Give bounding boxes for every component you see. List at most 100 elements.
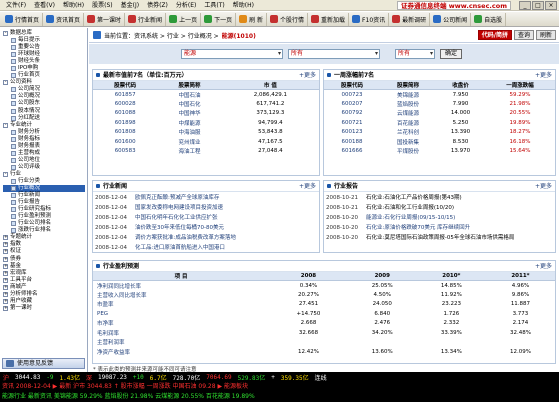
- report-title[interactable]: 石化业:石油化工产品价格周报(第43期): [366, 193, 462, 203]
- more-link[interactable]: +更多: [299, 70, 316, 81]
- table-cell[interactable]: 601808: [93, 128, 157, 138]
- table-cell[interactable]: 600583: [93, 147, 157, 157]
- toolbar-button[interactable]: 公司新闻: [430, 12, 472, 26]
- tree-item[interactable]: + 第一课时: [3, 305, 85, 312]
- menu-item[interactable]: 工具(T): [200, 0, 228, 11]
- scope-select[interactable]: 所有: [288, 49, 380, 59]
- table-row[interactable]: 600207 蓝焰股份 7.990 21.98%: [324, 99, 555, 109]
- table-cell[interactable]: 000723: [324, 90, 380, 100]
- tree-item[interactable]: 财经头条: [3, 58, 85, 65]
- table-cell[interactable]: 蓝焰股份: [380, 99, 436, 109]
- table-row[interactable]: 601600 兖州煤业 47,167.5: [93, 137, 319, 147]
- table-cell[interactable]: 海油工程: [157, 147, 221, 157]
- report-item[interactable]: 2008-10-20 石化业:莫尼塔国际石油政策周报-05年全球石油市场供需格局: [326, 233, 553, 243]
- table-cell[interactable]: 国投新集: [380, 137, 436, 147]
- feedback-button[interactable]: 使用意见反馈: [2, 358, 85, 369]
- menu-item[interactable]: 帮助(H): [229, 0, 258, 11]
- table-cell[interactable]: 600188: [324, 137, 380, 147]
- table-row[interactable]: PEG +14.750 6.840 1.726 3.773: [93, 309, 555, 319]
- report-title[interactable]: 能源业:石化行业周报(09/15-10/15): [366, 213, 455, 223]
- tree-item[interactable]: + 基金: [3, 263, 85, 270]
- toolbar-button[interactable]: 刷 新: [236, 12, 268, 26]
- table-row[interactable]: 毛利润率 32.668 34.20% 33.39% 32.48%: [93, 328, 555, 338]
- table-row[interactable]: 600188 国投新集 8.530 16.18%: [324, 137, 555, 147]
- breadcrumb-path[interactable]: 资讯系统 > 行业 > 行业概况 >: [134, 31, 219, 40]
- more-link[interactable]: +更多: [299, 181, 316, 192]
- news-title[interactable]: 中国石化明年石化化工业供应扩张: [135, 213, 218, 223]
- table-cell[interactable]: 600792: [324, 109, 380, 119]
- toolbar-button[interactable]: 自选股: [471, 12, 507, 26]
- tree-item[interactable]: + 工具平台: [3, 277, 85, 284]
- news-title[interactable]: 欧佩克正酝酿:预减产全球原油库存: [135, 193, 219, 203]
- ok-button[interactable]: 确定: [440, 49, 463, 59]
- news-item[interactable]: 2008-12-04 化工品:进口原油首航船进入中国港口: [95, 243, 317, 253]
- table-cell[interactable]: 600207: [324, 99, 380, 109]
- table-row[interactable]: 600028 中国石化 617,741.2: [93, 99, 319, 109]
- tree-item[interactable]: 公司简况: [3, 86, 85, 93]
- table-row[interactable]: 600792 云煤能源 14.000 20.55%: [324, 109, 555, 119]
- news-title[interactable]: 油价跌至30年来低位每桶70-80美元: [135, 223, 224, 233]
- tree-item[interactable]: 行业概况: [3, 185, 85, 193]
- menu-item[interactable]: 基金(J): [117, 0, 143, 11]
- tree-item[interactable]: - 专业统计: [3, 122, 85, 129]
- table-cell[interactable]: 中国石化: [157, 99, 221, 109]
- report-item[interactable]: 2008-10-20 能源业:石化行业周报(09/15-10/15): [326, 213, 553, 223]
- news-item[interactable]: 2008-12-04 调价方案获批准:成品油税费改革方案落地: [95, 233, 317, 243]
- maximize-button[interactable]: □: [532, 1, 544, 10]
- table-row[interactable]: 601857 中国石油 2,086,429.1: [93, 90, 319, 100]
- table-row[interactable]: 601088 中国神华 373,129.3: [93, 109, 319, 119]
- minimize-button[interactable]: _: [519, 1, 531, 10]
- refresh-button[interactable]: 刷新: [535, 30, 556, 40]
- toolbar-button[interactable]: 最新调研: [389, 12, 431, 26]
- table-cell[interactable]: 平煤股份: [380, 147, 436, 157]
- table-cell[interactable]: 中国神华: [157, 109, 221, 119]
- table-cell[interactable]: 百花能源: [380, 118, 436, 128]
- table-cell[interactable]: 601898: [93, 118, 157, 128]
- table-cell[interactable]: 兰花科创: [380, 128, 436, 138]
- table-cell[interactable]: 601088: [93, 109, 157, 119]
- report-item[interactable]: 2008-10-21 石化业:石油化工产品价格周报(第43期): [326, 193, 553, 203]
- code-search-button[interactable]: 代码/简拼: [477, 30, 512, 40]
- news-title[interactable]: 国家发改委称电网建设项目投资加速: [135, 203, 223, 213]
- tree-item[interactable]: 公司评级: [3, 164, 85, 171]
- menu-item[interactable]: 分析(E): [172, 0, 200, 11]
- menu-item[interactable]: 债券(Z): [143, 0, 172, 11]
- more-link[interactable]: +更多: [535, 261, 552, 272]
- toolbar-button[interactable]: 行业新闻: [125, 12, 167, 26]
- tree-item[interactable]: - 数据总库: [3, 30, 85, 37]
- tree-item[interactable]: - 行业: [3, 171, 85, 178]
- table-cell[interactable]: 美锦能源: [380, 90, 436, 100]
- table-row[interactable]: 600721 百花能源 5.250 19.89%: [324, 118, 555, 128]
- table-row[interactable]: 600583 海油工程 27,048.4: [93, 147, 319, 157]
- tree-item[interactable]: 公司股东: [3, 100, 85, 107]
- menu-item[interactable]: 查看(V): [30, 0, 59, 11]
- query-button[interactable]: 查询: [513, 30, 534, 40]
- toolbar-button[interactable]: 个股行情: [267, 12, 309, 26]
- report-item[interactable]: 2008-10-21 石化业:石油和化工行业周报(10/20): [326, 203, 553, 213]
- toolbar-button[interactable]: 下一页: [201, 12, 237, 26]
- report-item[interactable]: 2008-10-20 石化业:原油价格跌破70美元 库存继续回升: [326, 223, 553, 233]
- tree-item[interactable]: 环球财经: [3, 51, 85, 58]
- tree-item[interactable]: 行业分类: [3, 178, 85, 185]
- tree-item[interactable]: + 分析师排名: [3, 291, 85, 298]
- table-cell[interactable]: 601600: [93, 137, 157, 147]
- report-title[interactable]: 石化业:石油和化工行业周报(10/20): [366, 203, 454, 213]
- close-button[interactable]: ×: [545, 1, 557, 10]
- news-item[interactable]: 2008-12-04 欧佩克正酝酿:预减产全球原油库存: [95, 193, 317, 203]
- table-cell[interactable]: 601857: [93, 90, 157, 100]
- table-cell[interactable]: 云煤能源: [380, 109, 436, 119]
- more-link[interactable]: +更多: [535, 181, 552, 192]
- table-row[interactable]: 主营利润率: [93, 338, 555, 348]
- news-item[interactable]: 2008-12-04 中国石化明年石化化工业供应扩张: [95, 213, 317, 223]
- table-cell[interactable]: 中国石油: [157, 90, 221, 100]
- toolbar-button[interactable]: 资讯首页: [43, 12, 85, 26]
- tree-item[interactable]: 公司概况: [3, 93, 85, 100]
- table-cell[interactable]: 600721: [324, 118, 380, 128]
- table-cell[interactable]: 600123: [324, 128, 380, 138]
- more-link[interactable]: +更多: [535, 70, 552, 81]
- news-title[interactable]: 调价方案获批准:成品油税费改革方案落地: [135, 233, 236, 243]
- table-cell[interactable]: 中煤能源: [157, 118, 221, 128]
- menu-item[interactable]: 文件(F): [2, 0, 30, 11]
- toolbar-button[interactable]: 上一页: [166, 12, 202, 26]
- toolbar-button[interactable]: 第一课时: [84, 12, 126, 26]
